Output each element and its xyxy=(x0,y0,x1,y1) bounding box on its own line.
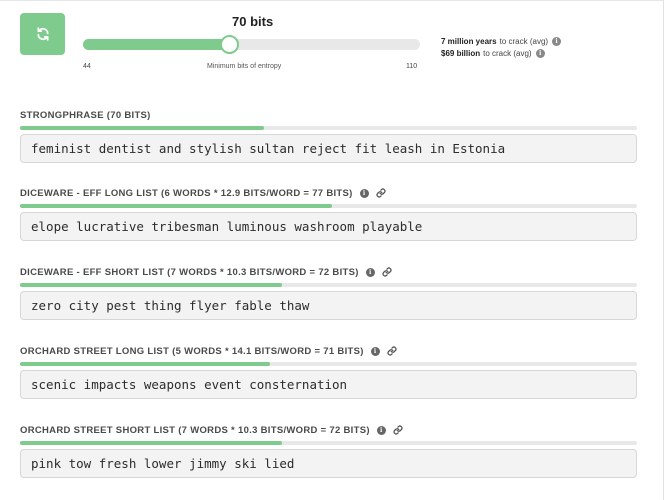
link-icon[interactable] xyxy=(382,267,392,277)
entropy-slider[interactable] xyxy=(83,35,420,54)
strength-bar xyxy=(20,362,637,366)
entropy-bits-title: 70 bits xyxy=(232,14,274,29)
section-header: STRONGPHRASE (70 BITS) xyxy=(20,109,637,121)
crack-cost-value: $69 billion xyxy=(441,49,481,58)
slider-caption: Minimum bits of entropy xyxy=(207,63,282,70)
section-label: ORCHARD STREET LONG LIST (5 WORDS * 14.1… xyxy=(20,345,364,357)
strength-bar xyxy=(20,441,637,445)
section-label: STRONGPHRASE (70 BITS) xyxy=(20,109,151,121)
slider-max-label: 110 xyxy=(406,63,418,70)
password-output[interactable]: feminist dentist and stylish sultan reje… xyxy=(20,134,637,163)
section-header: DICEWARE - EFF SHORT LIST (7 WORDS * 10.… xyxy=(20,266,637,278)
refresh-button[interactable] xyxy=(20,13,65,55)
info-icon[interactable]: i xyxy=(359,188,369,198)
strength-bar xyxy=(20,126,637,130)
strength-bar xyxy=(20,204,637,208)
section-header: ORCHARD STREET SHORT LIST (7 WORDS * 10.… xyxy=(20,424,637,436)
link-icon[interactable] xyxy=(376,188,386,198)
link-icon[interactable] xyxy=(387,346,397,356)
crack-time-value: 7 million years xyxy=(441,37,497,46)
section-header: ORCHARD STREET LONG LIST (5 WORDS * 14.1… xyxy=(20,345,637,357)
top-divider xyxy=(0,0,664,1)
password-section: STRONGPHRASE (70 BITS) feminist dentist a… xyxy=(20,109,637,163)
crack-cost: $69 billion to crack (avg) i xyxy=(441,49,545,58)
info-icon[interactable]: i xyxy=(535,49,545,58)
password-output[interactable]: scenic impacts weapons event consternati… xyxy=(20,370,637,399)
password-output[interactable]: zero city pest thing flyer fable thaw xyxy=(20,291,637,320)
password-section: ORCHARD STREET LONG LIST (5 WORDS * 14.1… xyxy=(20,345,637,399)
crack-cost-suffix: to crack (avg) xyxy=(483,49,532,58)
slider-min-label: 44 xyxy=(83,63,91,70)
strength-bar-fill xyxy=(20,283,283,287)
section-label: DICEWARE - EFF SHORT LIST (7 WORDS * 10.… xyxy=(20,266,359,278)
info-icon[interactable]: i xyxy=(365,267,375,277)
info-icon[interactable]: i xyxy=(552,37,562,46)
refresh-icon xyxy=(36,27,49,41)
password-section: ORCHARD STREET SHORT LIST (7 WORDS * 10.… xyxy=(20,424,637,478)
strength-bar-fill xyxy=(20,362,270,366)
password-output[interactable]: elope lucrative tribesman luminous washr… xyxy=(20,212,637,241)
entropy-slider-fill xyxy=(83,39,230,50)
strength-bar xyxy=(20,283,637,287)
info-icon[interactable]: i xyxy=(376,425,386,435)
link-icon[interactable] xyxy=(393,425,403,435)
crack-time: 7 million years to crack (avg) i xyxy=(441,37,562,46)
entropy-slider-thumb[interactable] xyxy=(220,35,240,54)
section-label: DICEWARE - EFF LONG LIST (6 WORDS * 12.9… xyxy=(20,187,353,199)
info-icon[interactable]: i xyxy=(370,346,380,356)
strength-bar-fill xyxy=(20,126,264,130)
section-label: ORCHARD STREET SHORT LIST (7 WORDS * 10.… xyxy=(20,424,370,436)
crack-time-suffix: to crack (avg) xyxy=(499,37,549,46)
strength-bar-fill xyxy=(20,204,333,208)
strength-bar-fill xyxy=(20,441,283,445)
section-header: DICEWARE - EFF LONG LIST (6 WORDS * 12.9… xyxy=(20,187,637,199)
password-section: DICEWARE - EFF LONG LIST (6 WORDS * 12.9… xyxy=(20,187,637,241)
password-section: DICEWARE - EFF SHORT LIST (7 WORDS * 10.… xyxy=(20,266,637,320)
password-output[interactable]: pink tow fresh lower jimmy ski lied xyxy=(20,449,637,478)
